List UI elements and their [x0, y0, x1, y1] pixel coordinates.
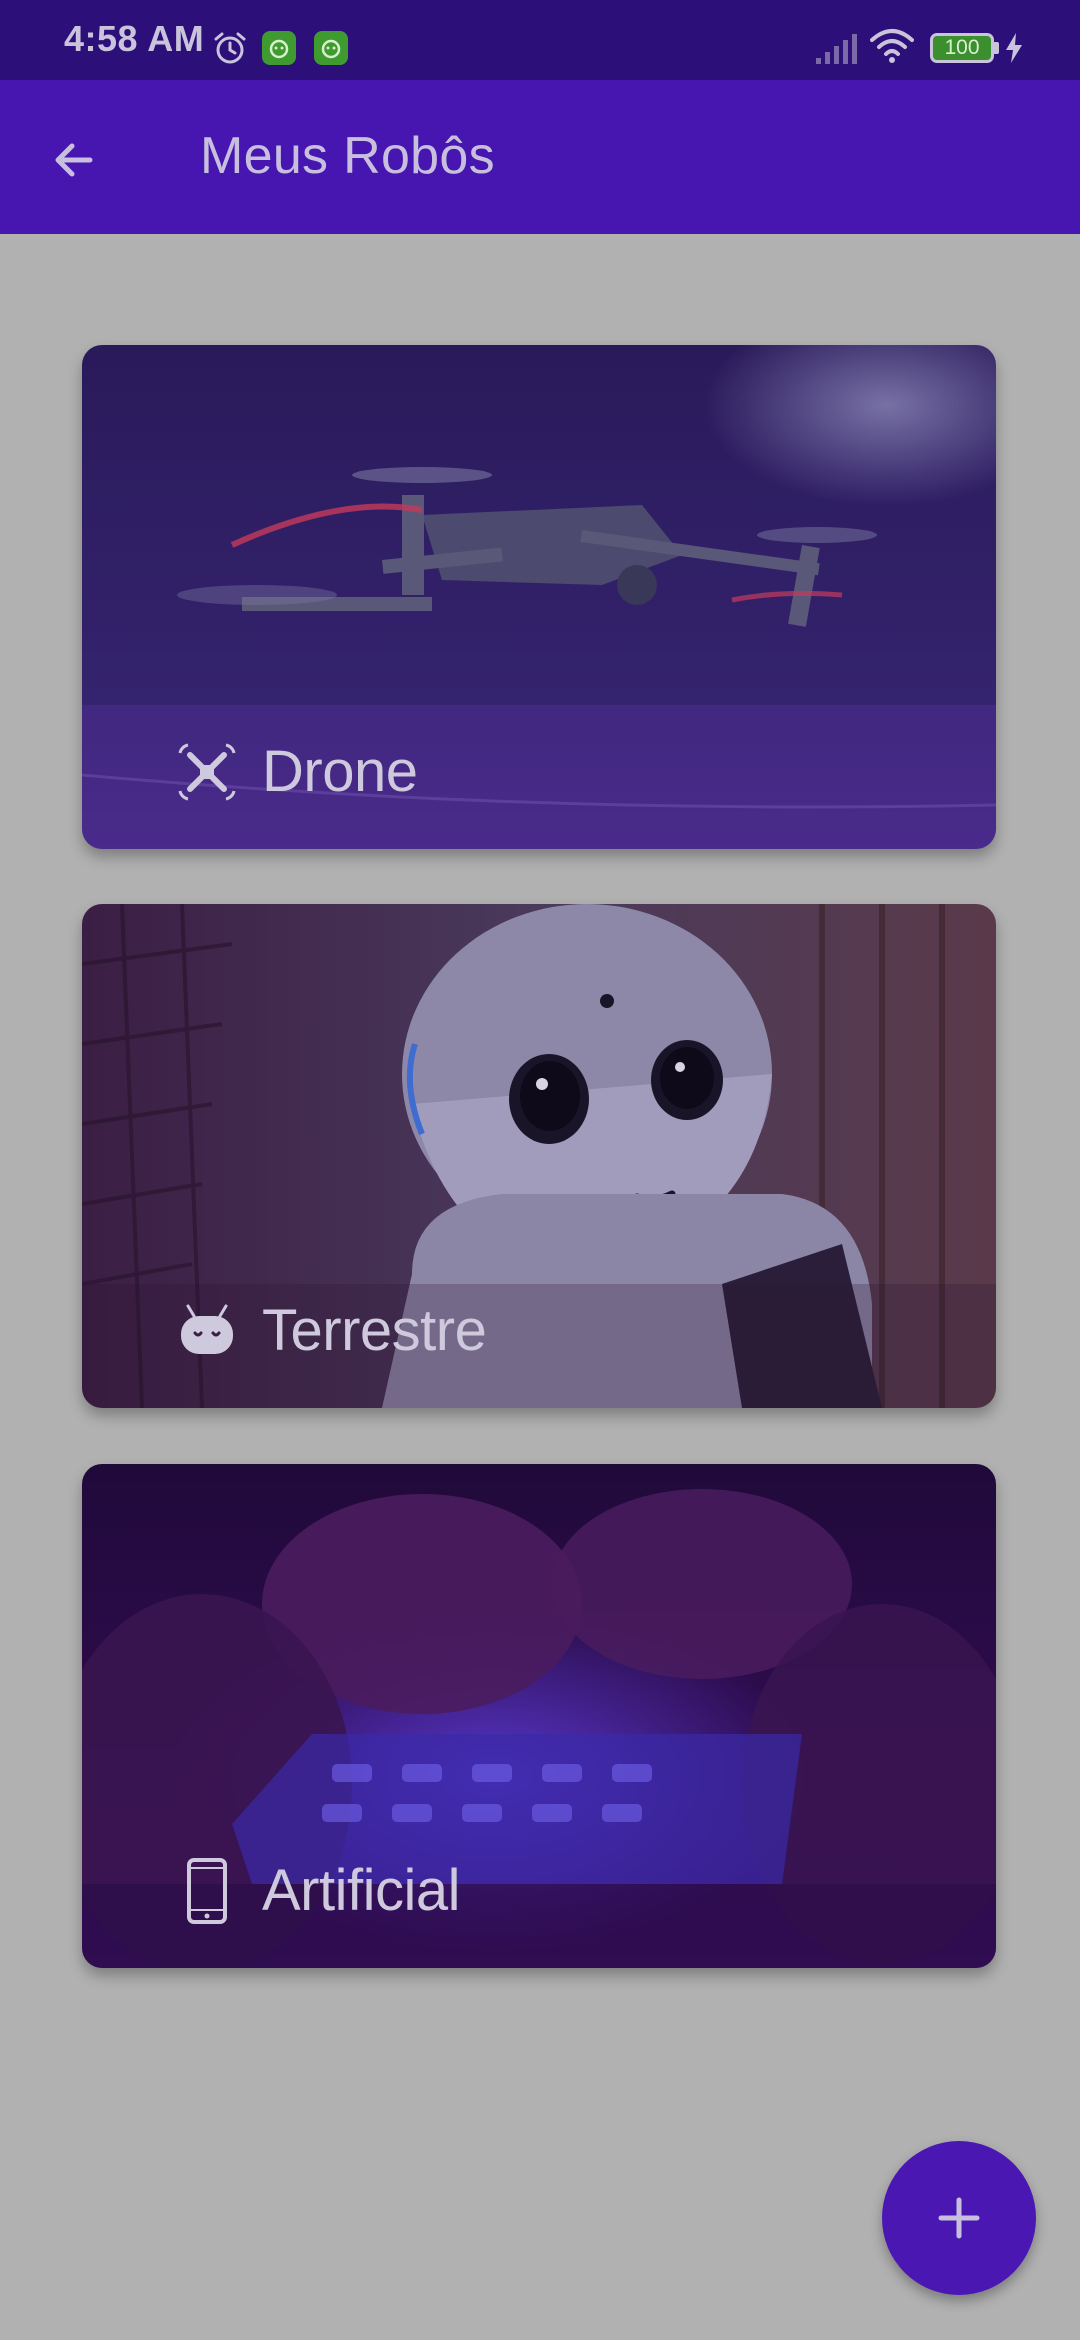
card-label-terrestre: Terrestre: [262, 1298, 487, 1363]
wifi-icon: [870, 29, 914, 63]
page-title: Meus Robôs: [200, 127, 495, 185]
card-terrestre[interactable]: Terrestre: [82, 904, 996, 1408]
card-drone[interactable]: Drone: [82, 345, 996, 849]
android-robot-icon: [174, 1298, 240, 1364]
card-label-drone: Drone: [262, 739, 418, 804]
card-label-row: Drone: [174, 738, 418, 805]
status-bar: 4:58 AM 100: [0, 0, 1080, 80]
status-time: 4:58 AM: [64, 18, 205, 59]
plus-icon: [938, 2197, 980, 2239]
back-button[interactable]: [36, 122, 112, 198]
drone-icon: [174, 739, 240, 805]
arrow-back-icon: [55, 143, 93, 177]
app-notification-icon: [262, 31, 296, 65]
app-notification-icon: [314, 31, 348, 65]
smartphone-icon: [174, 1857, 240, 1924]
battery-icon: 100: [930, 33, 994, 63]
card-label-row: Artificial: [174, 1857, 461, 1924]
app-bar: Meus Robôs: [0, 80, 1080, 234]
charging-icon: [1006, 33, 1022, 63]
signal-icon: [816, 34, 857, 64]
add-robot-button[interactable]: [882, 2141, 1036, 2295]
card-artificial[interactable]: Artificial: [82, 1464, 996, 1968]
battery-tip: [994, 42, 999, 54]
card-label-row: Terrestre: [174, 1297, 487, 1364]
alarm-icon: [214, 32, 246, 64]
card-label-artificial: Artificial: [262, 1858, 461, 1923]
battery-level: 100: [944, 36, 980, 59]
